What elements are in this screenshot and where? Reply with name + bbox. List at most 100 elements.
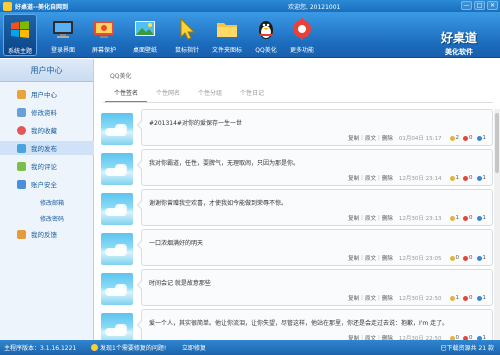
sidebar-item-favorites[interactable]: 我的收藏: [0, 123, 94, 137]
stat-blue[interactable]: 1: [476, 215, 487, 221]
stat-red[interactable]: 0: [463, 175, 473, 181]
scrollbar-thumb[interactable]: [495, 113, 499, 173]
feedback-icon: [17, 229, 26, 239]
stat-gold[interactable]: 1: [449, 215, 460, 221]
sidebar-item-label: 用户中心: [31, 91, 57, 99]
title-bar: 好桌道--美化自网到 欢迎您, 20121001 — □ ✕: [0, 0, 500, 12]
original-link[interactable]: 原文: [365, 134, 376, 142]
sidebar-item-feedback[interactable]: 我的反馈: [0, 227, 94, 241]
copy-link[interactable]: 复制: [348, 134, 359, 142]
stat-gold[interactable]: 2: [449, 135, 459, 141]
stat-blue[interactable]: 1: [476, 295, 486, 301]
medal-icon: [449, 215, 455, 221]
tab-bar: 个性签名 个性网名 个性分组 个性日记: [105, 88, 273, 102]
stat-blue[interactable]: 1: [476, 175, 487, 181]
stat-red[interactable]: 0: [463, 215, 473, 221]
tab-diary[interactable]: 个性日记: [231, 88, 273, 102]
sidebar-item-my-comments[interactable]: 我的评论: [0, 159, 94, 173]
delete-link[interactable]: 删除: [382, 214, 393, 222]
separator: |: [361, 175, 363, 181]
warning-notice[interactable]: 发现1个需要修复的问题!: [91, 343, 166, 352]
login-screen-icon: [53, 21, 73, 38]
sidebar-item-security[interactable]: 账户安全: [0, 177, 94, 191]
cloud-decoration: [115, 324, 127, 332]
sidebar-item-edit-profile[interactable]: 修改资料: [0, 105, 94, 119]
original-link[interactable]: 原文: [365, 254, 376, 262]
bubble-arrow: [136, 320, 146, 330]
entry-meta: 复制 | 原文 | 删除 12月30日 23:13 1 0 1: [348, 214, 486, 222]
tab-signature[interactable]: 个性签名: [105, 88, 147, 102]
minimize-button[interactable]: —: [461, 1, 472, 10]
entry-meta: 复制 | 原文 | 删除 12月30日 23:05 0 0 1: [348, 254, 486, 262]
tab-nickname[interactable]: 个性网名: [147, 88, 189, 102]
heart-icon: [463, 215, 468, 221]
delete-link[interactable]: 删除: [382, 134, 393, 142]
favorite-icon: [17, 125, 26, 135]
stat-blue-count: 1: [482, 175, 487, 181]
vertical-scrollbar[interactable]: [494, 109, 500, 340]
entry-text: 一口浓烟满好的明天: [149, 240, 204, 247]
stat-red-count: 0: [469, 255, 473, 261]
brand-logo: 好桌道 美化软件: [424, 29, 494, 63]
sidebar-header: 用户中心: [0, 59, 93, 82]
sidebar: 用户中心 用户中心 修改资料 我的收藏 我的发布 我的评论 账户安全 修改邮箱 …: [0, 59, 94, 340]
toolbar-screensaver[interactable]: 屏幕保护: [87, 14, 121, 56]
stat-blue-count: 1: [482, 255, 487, 261]
toolbar-more[interactable]: 更多功能: [285, 14, 319, 56]
entry-date: 12月30日 22:50: [398, 296, 442, 302]
stat-gold[interactable]: 0: [449, 255, 459, 261]
sidebar-subitem-change-password[interactable]: 修改密码: [40, 214, 64, 223]
delete-link[interactable]: 删除: [382, 174, 393, 182]
delete-link[interactable]: 删除: [382, 254, 393, 262]
delete-link[interactable]: 删除: [382, 294, 393, 302]
thumb-icon: [476, 175, 482, 181]
stat-blue[interactable]: 1: [476, 135, 486, 141]
stat-red-count: 0: [469, 295, 473, 301]
stat-gold[interactable]: 1: [449, 175, 459, 181]
copy-link[interactable]: 复制: [348, 174, 359, 182]
sidebar-item-label: 账户安全: [31, 181, 57, 189]
toolbar-qq[interactable]: QQ美化: [249, 14, 283, 56]
toolbar-system-theme[interactable]: 系统主题: [3, 14, 37, 56]
publish-icon: [17, 143, 26, 153]
separator: |: [361, 215, 363, 221]
entry-bubble: 谢谢你曾赠我空欢喜，才使我如今能做到荣辱不惊。 复制 | 原文 | 删除 12月30日 23…: [136, 189, 493, 226]
sidebar-item-my-publish[interactable]: 我的发布: [0, 141, 94, 155]
entry-bubble: 爱一个人，其实很简单。他让你流泪，让你失望，尽管这样，他站在那里，你还是会走过去…: [136, 309, 493, 340]
medal-icon: [449, 295, 455, 301]
stat-gold-count: 1: [455, 215, 460, 221]
original-link[interactable]: 原文: [365, 294, 376, 302]
bubble-arrow: [136, 200, 146, 210]
main-panel: QQ美化 个性签名 个性网名 个性分组 个性日记 #201314#对你的爱保存一…: [95, 59, 500, 340]
copy-link[interactable]: 复制: [348, 294, 359, 302]
app-logo-icon: [3, 1, 12, 11]
stat-red[interactable]: 0: [463, 135, 473, 141]
stat-red[interactable]: 0: [463, 295, 473, 301]
copy-link[interactable]: 复制: [348, 214, 359, 222]
main-toolbar: 系统主题 登录界面 屏幕保护 桌面壁纸 鼠标指针 文件夹图标 QQ美化 更多功能…: [0, 12, 500, 58]
stat-red-count: 0: [469, 175, 473, 181]
stat-blue-count: 1: [482, 215, 487, 221]
fix-now-link[interactable]: 立即修复: [182, 343, 206, 352]
maximize-button[interactable]: □: [474, 1, 485, 10]
original-link[interactable]: 原文: [365, 214, 376, 222]
sidebar-item-user-center[interactable]: 用户中心: [0, 87, 94, 101]
entry-bubble: #201314#对你的爱保存一生一世 复制 | 原文 | 删除 01月04日 15:17 2 0…: [136, 109, 493, 146]
stat-gold[interactable]: 1: [449, 295, 459, 301]
toolbar-login-screen[interactable]: 登录界面: [46, 14, 80, 56]
toolbar-folder-icon[interactable]: 文件夹图标: [210, 14, 244, 56]
sidebar-subitem-change-email[interactable]: 修改邮箱: [40, 198, 64, 207]
stat-blue[interactable]: 1: [476, 255, 487, 261]
shield-icon: [17, 179, 26, 189]
cloud-decoration: [115, 124, 127, 132]
copy-link[interactable]: 复制: [348, 254, 359, 262]
home-icon: [17, 89, 26, 99]
entry-text: 我对你霸道，任性，耍脾气，无理取闹，只因为那是你。: [149, 160, 300, 167]
toolbar-mouse-pointer[interactable]: 鼠标指针: [170, 14, 204, 56]
mouse-pointer-icon: [180, 17, 196, 40]
close-button[interactable]: ✕: [487, 1, 498, 10]
tab-group[interactable]: 个性分组: [189, 88, 231, 102]
original-link[interactable]: 原文: [365, 174, 376, 182]
stat-red[interactable]: 0: [463, 255, 473, 261]
toolbar-wallpaper[interactable]: 桌面壁纸: [128, 14, 162, 56]
